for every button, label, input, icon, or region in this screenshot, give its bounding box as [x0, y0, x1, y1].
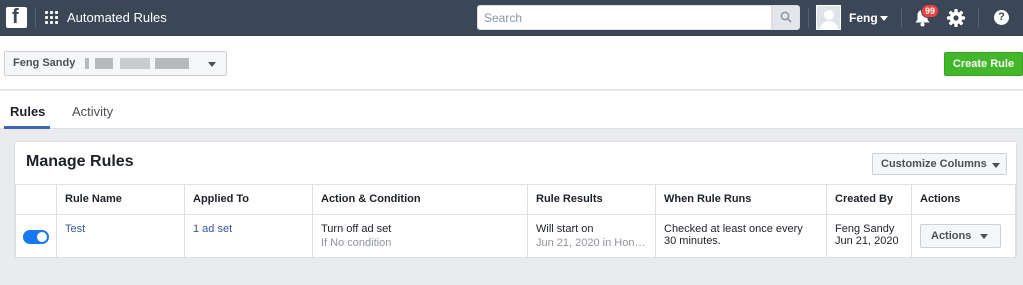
created-date: Jun 21, 2020 [835, 235, 899, 247]
column-header-rule-name[interactable]: Rule Name [56, 184, 185, 215]
column-header-created-by[interactable]: Created By [826, 184, 912, 215]
created-by-name: Feng Sandy [835, 223, 895, 235]
divider [901, 8, 902, 28]
chevron-down-icon [992, 163, 1000, 168]
table-header-row: Rule Name Applied To Action & Condition … [15, 184, 1016, 215]
redacted-account-id [85, 58, 89, 69]
rule-name-link[interactable]: Test [65, 223, 85, 235]
avatar[interactable] [816, 5, 841, 30]
ad-account-selector[interactable]: Feng Sandy [4, 51, 227, 76]
applied-to-cell: 1 ad set [184, 214, 313, 258]
rule-enabled-toggle[interactable] [23, 230, 49, 244]
divider [808, 8, 809, 28]
rule-condition: If No condition [321, 237, 392, 249]
search-input[interactable]: Search [477, 5, 772, 30]
redacted-account-id [155, 58, 189, 69]
rule-result-date: Jun 21, 2020 in Hon… [536, 237, 646, 249]
column-header-rule-results[interactable]: Rule Results [527, 184, 656, 215]
customize-columns-button[interactable]: Customize Columns [872, 153, 1007, 175]
rule-result: Will start on [536, 223, 594, 235]
redacted-account-id [120, 58, 150, 69]
column-header-when-rule-runs[interactable]: When Rule Runs [655, 184, 827, 215]
created-by-cell: Feng Sandy Jun 21, 2020 [826, 214, 912, 258]
rule-toggle-cell [15, 214, 57, 258]
rule-name-cell: Test [56, 214, 185, 258]
tab-activity[interactable]: Activity [72, 104, 113, 119]
divider [35, 8, 36, 28]
rules-table: Rule Name Applied To Action & Condition … [15, 184, 1016, 258]
top-bar: f Automated Rules Search Feng 99 ? [0, 0, 1023, 36]
column-header-action-condition[interactable]: Action & Condition [312, 184, 528, 215]
when-rule-runs-cell: Checked at least once every 30 minutes. [655, 214, 827, 258]
column-header-toggle [15, 184, 57, 215]
divider [978, 8, 979, 28]
column-header-actions: Actions [911, 184, 1016, 215]
help-icon[interactable]: ? [994, 10, 1009, 25]
create-rule-button[interactable]: Create Rule [944, 52, 1023, 76]
redacted-account-id [95, 58, 113, 69]
notification-badge: 99 [921, 4, 940, 18]
actions-dropdown-button[interactable]: Actions [920, 224, 1001, 248]
manage-rules-panel: Manage Rules Customize Columns Rule Name… [14, 141, 1017, 258]
app-menu-grid-icon[interactable] [45, 11, 58, 24]
account-name: Feng Sandy [13, 57, 76, 69]
gear-icon[interactable] [946, 8, 966, 28]
rule-schedule: Checked at least once every 30 minutes. [664, 223, 803, 247]
action-condition-cell: Turn off ad set If No condition [312, 214, 528, 258]
user-name[interactable]: Feng [849, 11, 878, 25]
table-row: Test 1 ad set Turn off ad set If No cond… [15, 214, 1016, 258]
active-tab-indicator [4, 126, 50, 129]
applied-to-link[interactable]: 1 ad set [193, 223, 232, 235]
page-title: Manage Rules [26, 153, 134, 170]
facebook-logo-icon[interactable]: f [6, 6, 27, 28]
tab-rules[interactable]: Rules [10, 104, 45, 119]
rule-results-cell: Will start on Jun 21, 2020 in Hon… [527, 214, 656, 258]
chevron-down-icon [980, 234, 988, 239]
actions-cell: Actions [911, 214, 1016, 258]
chevron-down-icon [208, 62, 216, 67]
actions-label: Actions [931, 230, 972, 242]
chevron-down-icon[interactable] [880, 16, 888, 21]
column-header-applied-to[interactable]: Applied To [184, 184, 313, 215]
search-button[interactable] [772, 5, 800, 30]
app-title: Automated Rules [67, 10, 167, 25]
rule-action: Turn off ad set [321, 223, 392, 235]
customize-columns-label: Customize Columns [881, 158, 987, 170]
tab-bar: Rules Activity [0, 91, 1023, 129]
search-icon [780, 11, 792, 23]
account-bar: Feng Sandy Create Rule [0, 36, 1023, 90]
